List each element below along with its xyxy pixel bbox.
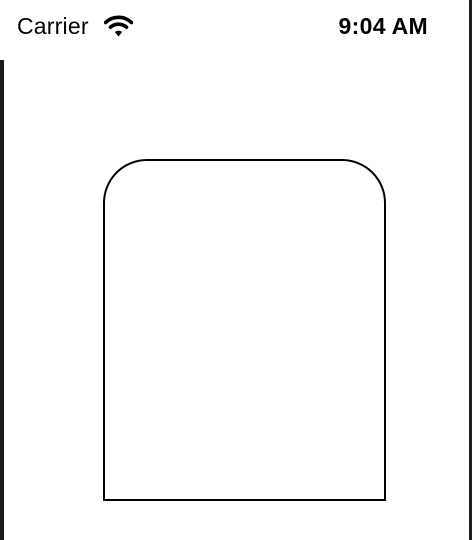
carrier-label: Carrier	[17, 13, 89, 39]
rounded-card-view	[103, 159, 386, 501]
device-frame-edge-left	[0, 60, 4, 540]
status-bar: Carrier 9:04 AM	[0, 0, 469, 52]
wifi-icon	[103, 14, 134, 38]
status-time: 9:04 AM	[338, 13, 428, 39]
